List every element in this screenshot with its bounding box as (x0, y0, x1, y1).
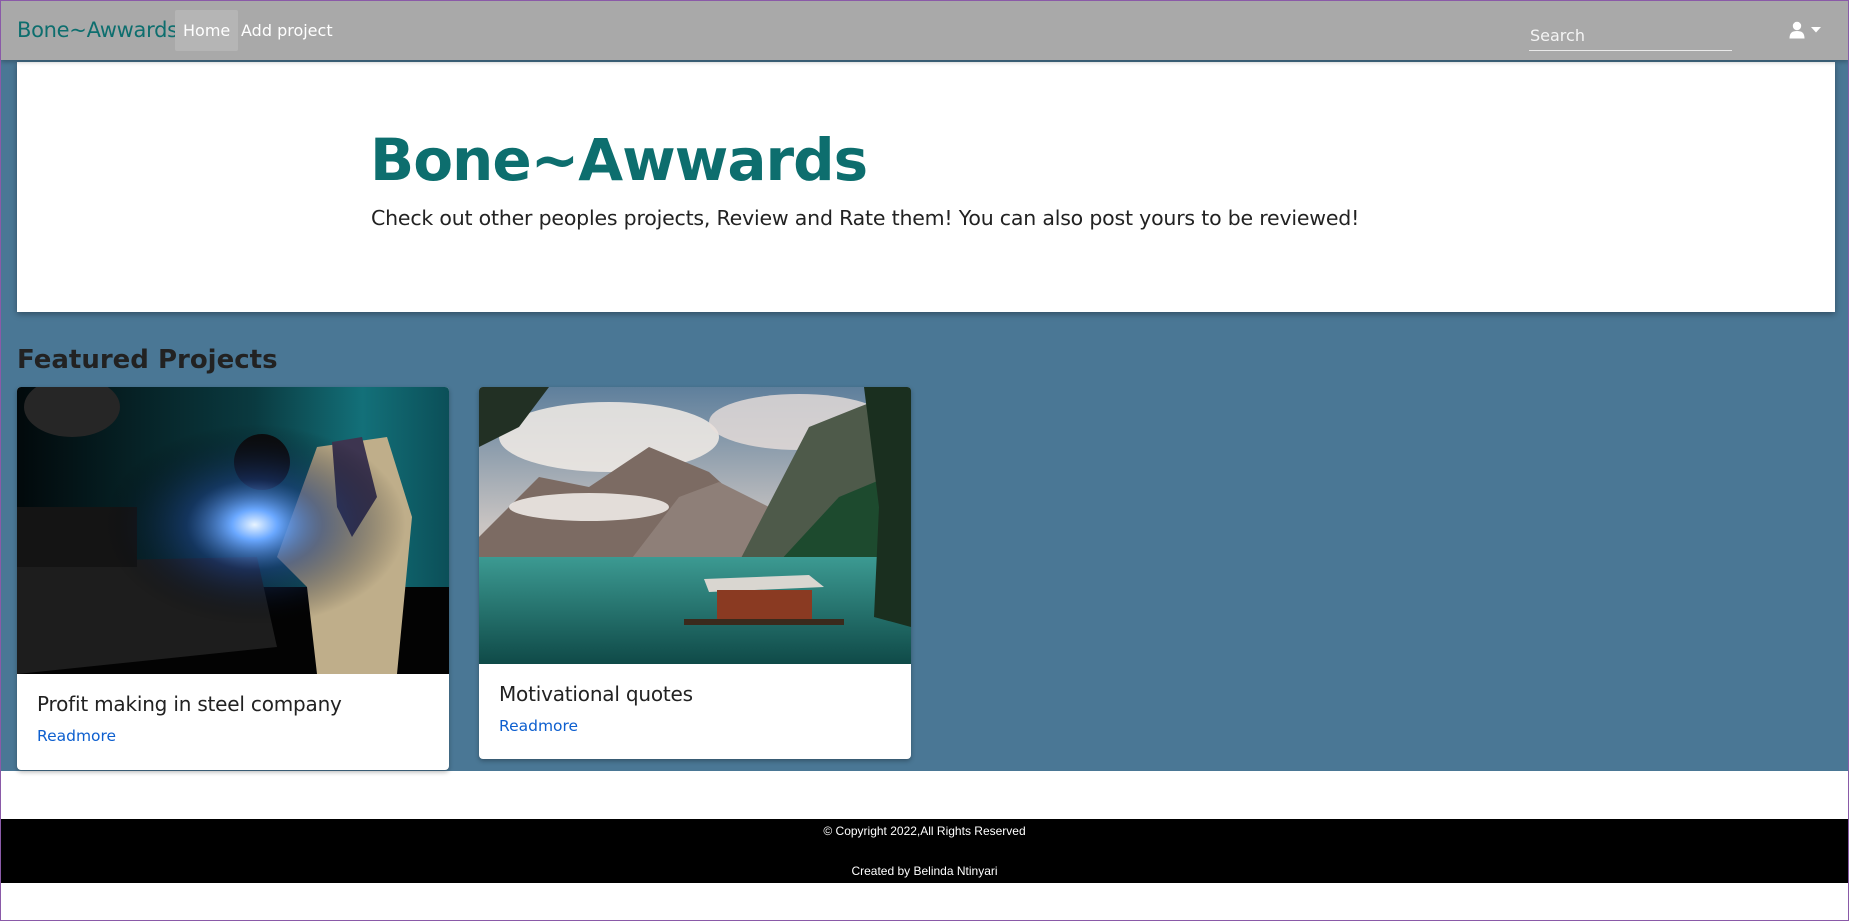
readmore-link[interactable]: Readmore (37, 727, 116, 745)
credit-text: Created by Belinda Ntinyari (851, 864, 998, 878)
page: Bone~Awwards Home Add project Bone~Awwar… (0, 0, 1849, 921)
project-card: Profit making in steel company Readmore (17, 387, 449, 770)
main-content: Bone~Awwards Check out other peoples pro… (1, 60, 1848, 771)
card-title: Profit making in steel company (37, 692, 342, 716)
user-icon (1789, 21, 1805, 39)
search-input[interactable] (1529, 15, 1732, 51)
card-title: Motivational quotes (499, 682, 693, 706)
welder-photo (17, 387, 449, 674)
navbar: Bone~Awwards Home Add project (1, 1, 1848, 60)
nav-home-link[interactable]: Home (175, 10, 239, 51)
project-card: Motivational quotes Readmore (479, 387, 911, 759)
readmore-link[interactable]: Readmore (499, 717, 578, 735)
hero-title: Bone~Awwards (370, 126, 868, 194)
brand-link[interactable]: Bone~Awwards (17, 18, 178, 42)
mountain-lake-photo (479, 387, 911, 664)
hero-jumbotron: Bone~Awwards Check out other peoples pro… (17, 62, 1835, 312)
user-menu-toggle[interactable] (1789, 18, 1827, 42)
caret-down-icon (1811, 27, 1821, 33)
nav-add-project-link[interactable]: Add project (233, 10, 341, 51)
footer: © Copyright 2022,All Rights Reserved Cre… (1, 819, 1848, 883)
featured-projects-heading: Featured Projects (17, 345, 278, 375)
copyright-text: © Copyright 2022,All Rights Reserved (823, 824, 1026, 838)
hero-lead: Check out other peoples projects, Review… (371, 206, 1360, 230)
